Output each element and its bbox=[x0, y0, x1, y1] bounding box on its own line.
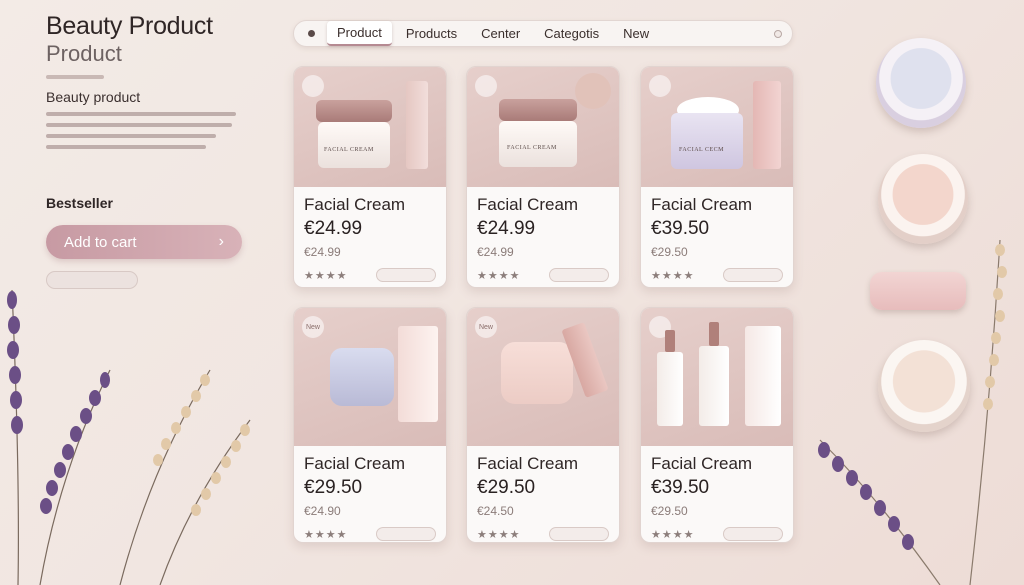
lavender-flowers-left bbox=[7, 289, 251, 585]
jar-label: FACIAL CECM bbox=[679, 147, 725, 153]
tab-center[interactable]: Center bbox=[471, 22, 530, 45]
add-to-cart-label: Add to cart bbox=[64, 233, 137, 251]
product-card[interactable]: New Facial Cream €29.50 €24.90 ★★★★ bbox=[293, 307, 447, 543]
lavender-flowers-right bbox=[818, 239, 1007, 585]
product-name: Facial Cream bbox=[651, 454, 753, 473]
description-line bbox=[46, 145, 206, 149]
tab-product[interactable]: Product bbox=[327, 21, 392, 46]
product-price: €29.50 bbox=[477, 477, 536, 498]
product-price: €39.50 bbox=[651, 477, 710, 498]
nav-toggle-icon[interactable] bbox=[774, 29, 782, 38]
product-card[interactable]: New Facial Cream €29.50 €24.50 ★★★★ bbox=[466, 307, 620, 543]
tube-shape bbox=[406, 81, 428, 169]
product-image bbox=[641, 308, 793, 446]
product-old-price: €24.50 bbox=[477, 504, 514, 518]
product-badge bbox=[302, 75, 324, 97]
jar-lid-shape bbox=[499, 99, 577, 121]
serum-bottle-shape bbox=[699, 346, 729, 426]
product-old-price: €24.90 bbox=[304, 504, 341, 518]
product-card[interactable]: FACIAL CREAM Facial Cream €24.99 €24.99 … bbox=[293, 66, 447, 288]
product-badge bbox=[649, 75, 671, 97]
jar-label: FACIAL CREAM bbox=[324, 147, 374, 153]
product-image: FACIAL CREAM bbox=[294, 67, 446, 187]
product-badge bbox=[475, 75, 497, 97]
rating-stars: ★★★★ bbox=[477, 528, 521, 541]
product-old-price: €29.50 bbox=[651, 504, 688, 518]
brand-panel: Beauty Product Product Beauty product Be… bbox=[46, 12, 256, 289]
product-card[interactable]: Facial Cream €39.50 €29.50 ★★★★ bbox=[640, 307, 794, 543]
product-name: Facial Cream bbox=[477, 454, 579, 473]
tab-new[interactable]: New bbox=[613, 22, 659, 45]
placeholder-text-line bbox=[46, 75, 104, 79]
product-card[interactable]: FACIAL CECM Facial Cream €39.50 €29.50 ★… bbox=[640, 66, 794, 288]
jar-shape bbox=[501, 342, 573, 404]
card-cart-button[interactable] bbox=[376, 268, 436, 282]
product-name: Facial Cream bbox=[304, 195, 406, 214]
tab-categories[interactable]: Categotis bbox=[534, 22, 609, 45]
serum-bottle-shape bbox=[657, 352, 683, 426]
rating-stars: ★★★★ bbox=[304, 528, 348, 541]
product-image: FACIAL CECM bbox=[641, 67, 793, 187]
product-badge: New bbox=[302, 316, 324, 338]
description-heading: Beauty product bbox=[46, 89, 141, 105]
product-name: Facial Cream bbox=[651, 195, 753, 214]
jar-shape bbox=[330, 348, 394, 406]
jar-shape bbox=[499, 121, 577, 167]
chevron-right-icon: › bbox=[218, 233, 224, 250]
rating-stars: ★★★★ bbox=[304, 269, 348, 282]
nav-menu-dot-icon[interactable] bbox=[308, 30, 315, 37]
product-old-price: €24.99 bbox=[304, 245, 341, 259]
product-price: €24.99 bbox=[477, 218, 536, 239]
card-cart-button[interactable] bbox=[549, 268, 609, 282]
description-line bbox=[46, 112, 236, 116]
product-old-price: €24.99 bbox=[477, 245, 514, 259]
tab-products[interactable]: Products bbox=[396, 22, 467, 45]
top-navigation: Product Products Center Categotis New bbox=[293, 20, 793, 47]
jar-label: FACIAL CREAM bbox=[507, 145, 557, 151]
card-cart-button[interactable] bbox=[376, 527, 436, 541]
rating-stars: ★★★★ bbox=[651, 528, 695, 541]
product-old-price: €29.50 bbox=[651, 245, 688, 259]
brand-title: Beauty Product bbox=[46, 12, 213, 40]
jar-lid-shape bbox=[316, 100, 392, 122]
product-card[interactable]: FACIAL CREAM Facial Cream €24.99 €24.99 … bbox=[466, 66, 620, 288]
product-image: New bbox=[467, 308, 619, 446]
description-line bbox=[46, 123, 232, 127]
card-cart-button[interactable] bbox=[723, 268, 783, 282]
rating-stars: ★★★★ bbox=[477, 269, 521, 282]
product-image: FACIAL CREAM bbox=[467, 67, 619, 187]
product-badge: New bbox=[475, 316, 497, 338]
rating-stars: ★★★★ bbox=[651, 269, 695, 282]
card-cart-button[interactable] bbox=[723, 527, 783, 541]
decorative-jar bbox=[876, 38, 966, 128]
product-image: New bbox=[294, 308, 446, 446]
powder-puff-shape bbox=[575, 73, 611, 109]
product-name: Facial Cream bbox=[477, 195, 579, 214]
box-shape bbox=[753, 81, 781, 169]
add-to-cart-button[interactable]: Add to cart › bbox=[46, 225, 242, 259]
bestseller-label: Bestseller bbox=[46, 195, 113, 211]
product-price: €39.50 bbox=[651, 218, 710, 239]
card-cart-button[interactable] bbox=[549, 527, 609, 541]
brand-subtitle: Product bbox=[46, 41, 122, 66]
description-line bbox=[46, 134, 216, 138]
tube-shape bbox=[745, 326, 781, 426]
jar-shape bbox=[318, 122, 390, 168]
tube-shape bbox=[398, 326, 438, 422]
product-name: Facial Cream bbox=[304, 454, 406, 473]
jar-shape bbox=[671, 113, 743, 169]
dropper-shape bbox=[665, 330, 675, 352]
dropper-shape bbox=[709, 322, 719, 346]
product-price: €24.99 bbox=[304, 218, 363, 239]
product-price: €29.50 bbox=[304, 477, 363, 498]
